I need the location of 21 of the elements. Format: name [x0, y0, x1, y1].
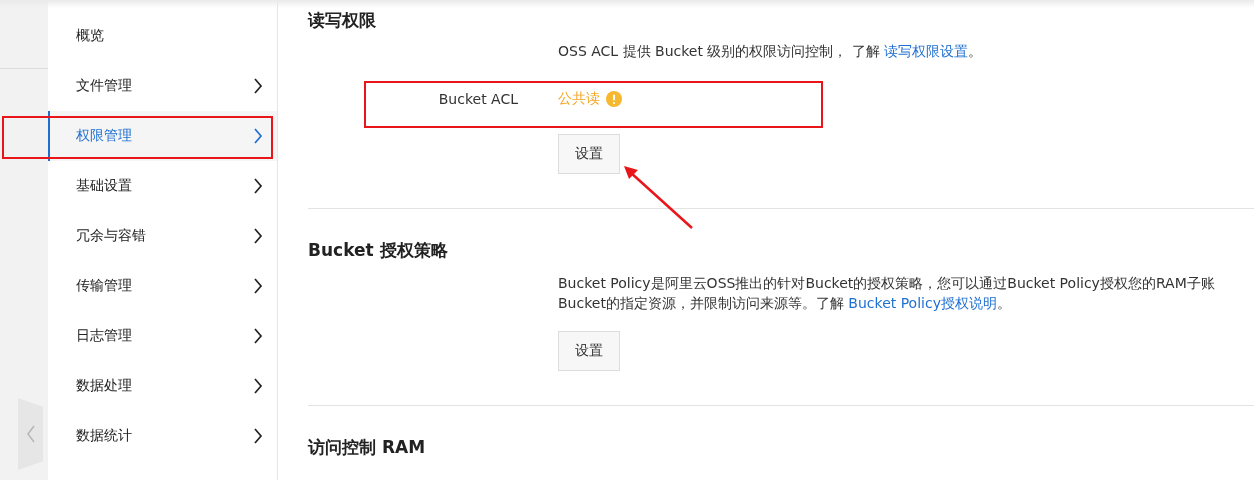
sidebar-item[interactable]: 文件管理	[48, 61, 277, 111]
description: Bucket Policy是阿里云OSS推出的针对Bucket的授权策略，您可以通过Bucket Policy授权您的RAM子账 Bucket的指定资源，并限制访问来源等。了解 Bucket Policy授权说明。	[558, 274, 1216, 313]
section-title: 读写权限	[308, 9, 377, 32]
description: OSS ACL 提供 Bucket 级别的权限访问控制， 了解 读写权限设置。	[558, 42, 984, 61]
help-link[interactable]: 读写权限设置	[884, 43, 969, 59]
sidebar-item[interactable]: 数据统计	[48, 411, 277, 461]
sidebar-item[interactable]: 冗余与容错	[48, 211, 277, 261]
chevron-left-icon	[25, 425, 36, 443]
field-label: Bucket ACL	[437, 91, 518, 107]
settings-button[interactable]: 设置	[558, 331, 620, 371]
section-title: 访问控制 RAM	[308, 436, 427, 459]
settings-button[interactable]: 设置	[558, 134, 620, 174]
help-link[interactable]: Bucket Policy授权说明	[848, 295, 997, 311]
sidebar-item[interactable]: 权限管理	[48, 111, 277, 161]
sidebar-item[interactable]: 传输管理	[48, 261, 277, 311]
sidebar-item[interactable]: 数据处理	[48, 361, 277, 411]
section-title: Bucket 授权策略	[308, 239, 449, 262]
sidebar-item[interactable]: 日志管理	[48, 311, 277, 361]
field-value: 公共读	[558, 90, 600, 108]
sidebar-item[interactable]: 基础设置	[48, 161, 277, 211]
sidebar-item[interactable]: 概览	[48, 11, 277, 61]
